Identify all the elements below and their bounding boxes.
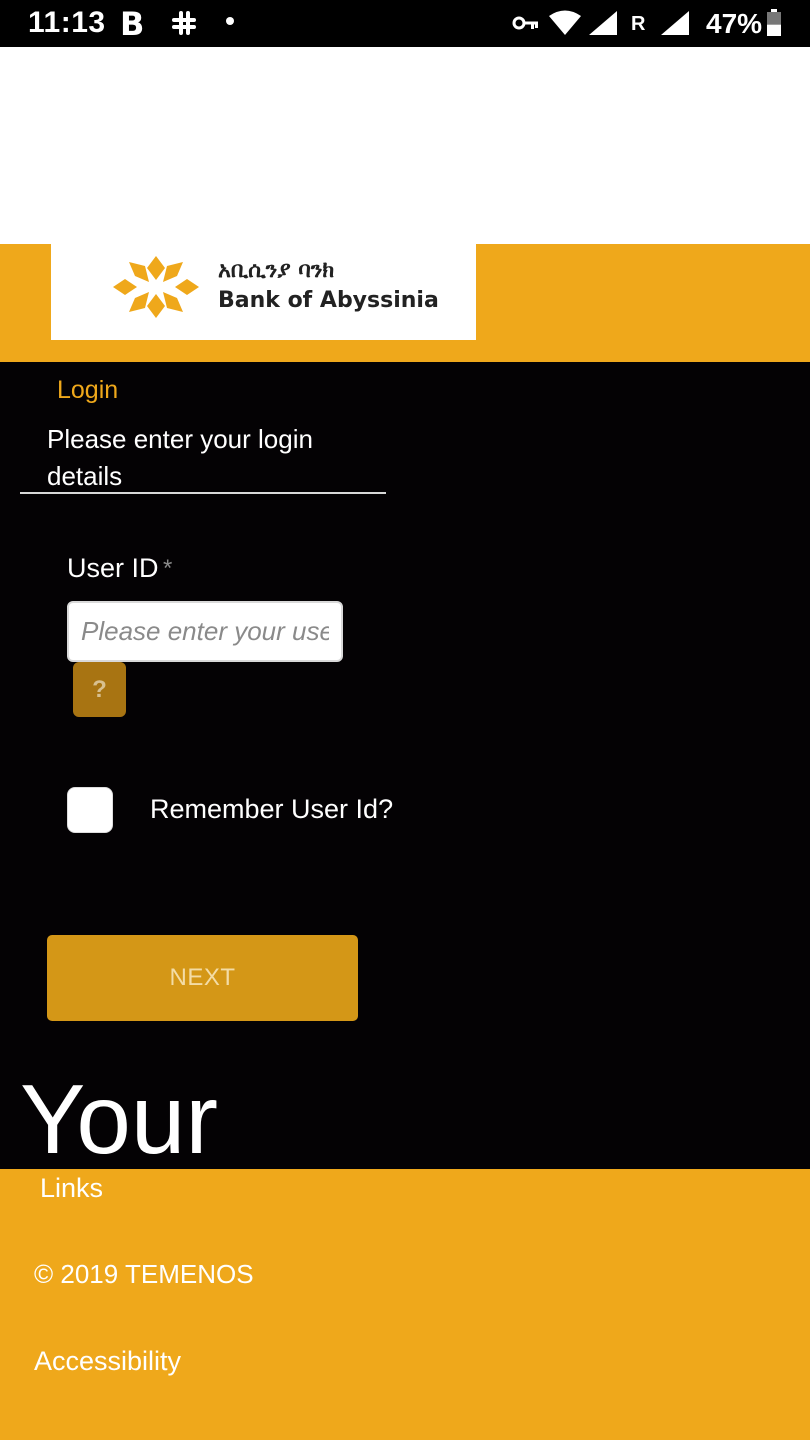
slack-icon [172, 11, 196, 35]
footer-copyright: © 2019 TEMENOS [34, 1259, 254, 1289]
user-id-help-button[interactable]: ? [73, 662, 126, 717]
next-button[interactable]: NEXT [47, 935, 358, 1021]
footer-links-heading: Links [40, 1173, 104, 1203]
footer: Links © 2019 TEMENOS Accessibility [0, 1169, 810, 1440]
roaming-indicator: R [631, 13, 646, 35]
user-id-label: User ID [67, 553, 159, 583]
signal-icon [589, 11, 617, 35]
b-app-icon: B [120, 5, 145, 43]
bank-logo-mark-icon [113, 256, 199, 318]
login-title: Login [57, 376, 119, 404]
large-heading-text: Your [20, 1064, 219, 1174]
help-icon: ? [92, 675, 107, 703]
user-id-input[interactable] [67, 601, 343, 662]
status-time: 11:13 [28, 6, 106, 39]
accessibility-link[interactable]: Accessibility [34, 1346, 181, 1377]
battery-icon [767, 9, 781, 36]
bank-name-english: Bank of Abyssinia [218, 288, 439, 313]
signal-icon [661, 11, 689, 35]
remember-user-id-label[interactable]: Remember User Id? [150, 794, 393, 825]
vpn-key-icon [512, 16, 538, 30]
required-marker: * [163, 555, 173, 582]
status-bar: 11:13 B R 47% [0, 0, 810, 47]
header-blank-area [0, 47, 810, 244]
battery-percentage: 47% [706, 8, 763, 39]
dot-icon [226, 17, 234, 25]
bank-name-amharic: አቢሲንያ ባንክ [218, 258, 335, 283]
wifi-icon [549, 10, 581, 35]
brand-header: አቢሲንያ ባንክ Bank of Abyssinia [0, 244, 810, 362]
bank-logo: አቢሲንያ ባንክ Bank of Abyssinia [51, 244, 476, 340]
login-subtitle: Please enter your login details [47, 424, 313, 491]
remember-user-id-checkbox[interactable] [67, 787, 113, 833]
divider [20, 492, 386, 494]
app-screen: 11:13 B R 47% አቢሲንያ ባንክ Bank of Abyssini… [0, 0, 810, 1440]
